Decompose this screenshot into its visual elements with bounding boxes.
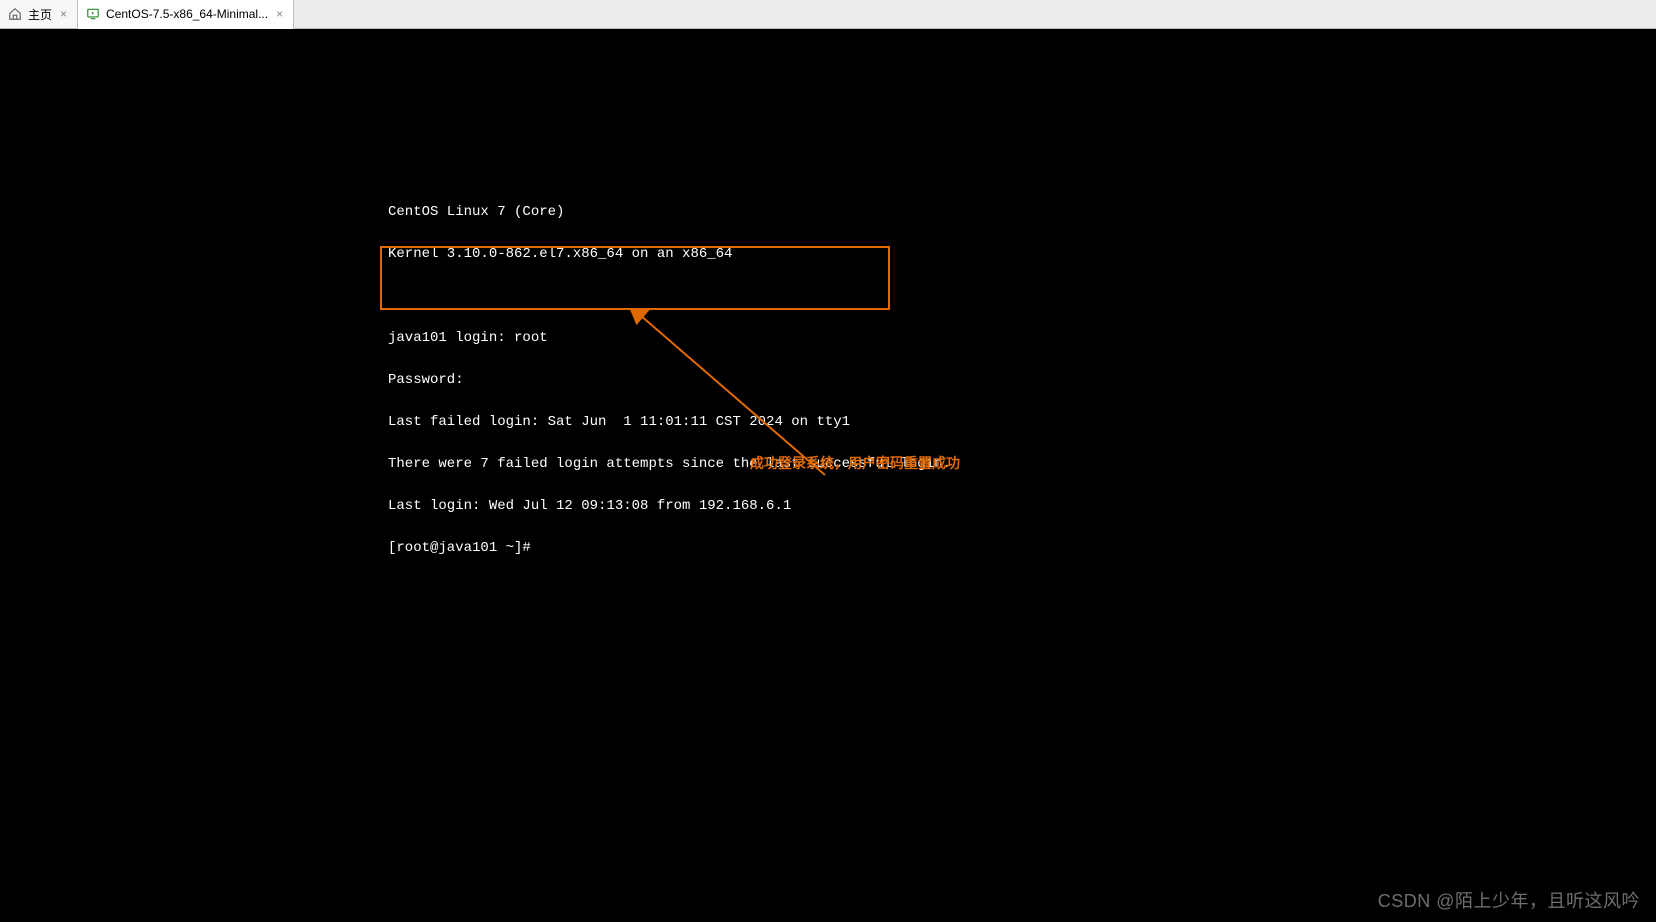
close-icon[interactable]: × — [58, 7, 69, 21]
terminal-output: CentOS Linux 7 (Core) Kernel 3.10.0-862.… — [388, 177, 951, 583]
tab-vm[interactable]: CentOS-7.5-x86_64-Minimal... × — [78, 0, 294, 29]
vm-icon — [86, 7, 100, 21]
tab-label-vm: CentOS-7.5-x86_64-Minimal... — [106, 7, 268, 21]
home-icon — [8, 7, 22, 21]
watermark-text: CSDN @陌上少年，且听这风吟 — [1378, 887, 1640, 913]
term-line-prompt: [root@java101 ~]# — [388, 541, 951, 555]
close-icon[interactable]: × — [274, 7, 285, 21]
tab-bar: 主页 × CentOS-7.5-x86_64-Minimal... × — [0, 0, 1656, 29]
term-line-login: java101 login: root — [388, 331, 951, 345]
term-line-password: Password: — [388, 373, 951, 387]
terminal-console[interactable]: CentOS Linux 7 (Core) Kernel 3.10.0-862.… — [0, 29, 1656, 922]
term-line: Last login: Wed Jul 12 09:13:08 from 192… — [388, 499, 951, 513]
term-line: Last failed login: Sat Jun 1 11:01:11 CS… — [388, 415, 951, 429]
tab-label-home: 主页 — [28, 6, 52, 23]
annotation-text: 成功登录系统，用户密码重置成功 — [750, 453, 960, 473]
term-line: Kernel 3.10.0-862.el7.x86_64 on an x86_6… — [388, 247, 951, 261]
term-line: CentOS Linux 7 (Core) — [388, 205, 951, 219]
term-blank — [388, 289, 951, 303]
tab-home[interactable]: 主页 × — [0, 0, 78, 28]
